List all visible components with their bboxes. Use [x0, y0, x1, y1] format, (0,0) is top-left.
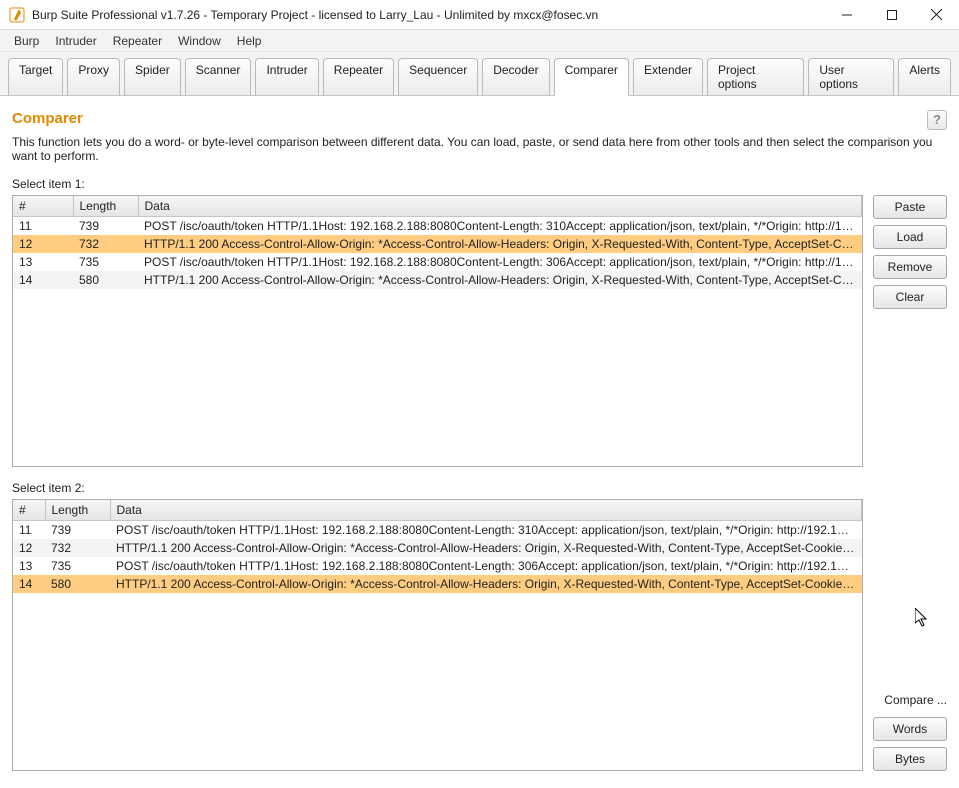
tab-sequencer[interactable]: Sequencer	[398, 58, 478, 96]
select-item-1-label: Select item 1:	[12, 177, 947, 191]
tab-spider[interactable]: Spider	[124, 58, 181, 96]
cell-length: 580	[73, 271, 138, 289]
cell-length: 580	[45, 575, 110, 593]
cell-data: HTTP/1.1 200 Access-Control-Allow-Origin…	[138, 235, 862, 253]
paste-button[interactable]: Paste	[873, 195, 947, 219]
cell-data: HTTP/1.1 200 Access-Control-Allow-Origin…	[110, 539, 862, 557]
clear-button[interactable]: Clear	[873, 285, 947, 309]
remove-button[interactable]: Remove	[873, 255, 947, 279]
tab-repeater[interactable]: Repeater	[323, 58, 394, 96]
col-header-length[interactable]: Length	[45, 500, 110, 521]
tab-intruder[interactable]: Intruder	[255, 58, 318, 96]
page-description: This function lets you do a word- or byt…	[12, 135, 947, 163]
cell-num: 13	[13, 253, 73, 271]
menu-intruder[interactable]: Intruder	[47, 32, 104, 50]
menu-bar: BurpIntruderRepeaterWindowHelp	[0, 30, 959, 52]
tab-target[interactable]: Target	[8, 58, 63, 96]
cell-length: 732	[73, 235, 138, 253]
tab-project-options[interactable]: Project options	[707, 58, 804, 96]
select-item-2-label: Select item 2:	[12, 481, 947, 495]
tab-decoder[interactable]: Decoder	[482, 58, 549, 96]
cell-num: 12	[13, 235, 73, 253]
close-button[interactable]	[914, 0, 959, 30]
col-header-data[interactable]: Data	[110, 500, 862, 521]
tab-extender[interactable]: Extender	[633, 58, 703, 96]
cell-length: 739	[45, 521, 110, 540]
cell-data: HTTP/1.1 200 Access-Control-Allow-Origin…	[110, 575, 862, 593]
col-header-num[interactable]: #	[13, 500, 45, 521]
table-row[interactable]: 12732HTTP/1.1 200 Access-Control-Allow-O…	[13, 539, 862, 557]
main-tabs: TargetProxySpiderScannerIntruderRepeater…	[0, 52, 959, 96]
cell-data: POST /isc/oauth/token HTTP/1.1Host: 192.…	[110, 557, 862, 575]
item1-table[interactable]: #LengthData11739POST /isc/oauth/token HT…	[12, 195, 863, 467]
tab-user-options[interactable]: User options	[808, 58, 894, 96]
words-button[interactable]: Words	[873, 717, 947, 741]
menu-help[interactable]: Help	[229, 32, 270, 50]
menu-burp[interactable]: Burp	[6, 32, 47, 50]
table-row[interactable]: 11739POST /isc/oauth/token HTTP/1.1Host:…	[13, 521, 862, 540]
cell-num: 11	[13, 217, 73, 236]
item2-table[interactable]: #LengthData11739POST /isc/oauth/token HT…	[12, 499, 863, 771]
cell-length: 732	[45, 539, 110, 557]
tab-proxy[interactable]: Proxy	[67, 58, 120, 96]
col-header-length[interactable]: Length	[73, 196, 138, 217]
title-bar[interactable]: Burp Suite Professional v1.7.26 - Tempor…	[0, 0, 959, 30]
page-title: Comparer	[12, 110, 83, 127]
cell-num: 14	[13, 271, 73, 289]
table-row[interactable]: 12732HTTP/1.1 200 Access-Control-Allow-O…	[13, 235, 862, 253]
cell-length: 735	[45, 557, 110, 575]
cell-data: HTTP/1.1 200 Access-Control-Allow-Origin…	[138, 271, 862, 289]
cell-num: 13	[13, 557, 45, 575]
col-header-num[interactable]: #	[13, 196, 73, 217]
help-button[interactable]: ?	[927, 110, 947, 130]
tab-comparer[interactable]: Comparer	[554, 58, 629, 96]
app-icon	[8, 6, 26, 24]
cell-data: POST /isc/oauth/token HTTP/1.1Host: 192.…	[138, 253, 862, 271]
load-button[interactable]: Load	[873, 225, 947, 249]
menu-window[interactable]: Window	[170, 32, 229, 50]
cell-data: POST /isc/oauth/token HTTP/1.1Host: 192.…	[110, 521, 862, 540]
cell-length: 735	[73, 253, 138, 271]
table-row[interactable]: 13735POST /isc/oauth/token HTTP/1.1Host:…	[13, 253, 862, 271]
col-header-data[interactable]: Data	[138, 196, 862, 217]
bytes-button[interactable]: Bytes	[873, 747, 947, 771]
compare-label: Compare ...	[873, 693, 947, 707]
cell-num: 12	[13, 539, 45, 557]
maximize-button[interactable]	[869, 0, 914, 30]
tab-scanner[interactable]: Scanner	[185, 58, 252, 96]
tab-alerts[interactable]: Alerts	[898, 58, 951, 96]
menu-repeater[interactable]: Repeater	[105, 32, 170, 50]
table-row[interactable]: 14580HTTP/1.1 200 Access-Control-Allow-O…	[13, 575, 862, 593]
table-row[interactable]: 14580HTTP/1.1 200 Access-Control-Allow-O…	[13, 271, 862, 289]
cell-num: 11	[13, 521, 45, 540]
table-row[interactable]: 13735POST /isc/oauth/token HTTP/1.1Host:…	[13, 557, 862, 575]
table-row[interactable]: 11739POST /isc/oauth/token HTTP/1.1Host:…	[13, 217, 862, 236]
minimize-button[interactable]	[824, 0, 869, 30]
cell-num: 14	[13, 575, 45, 593]
cell-data: POST /isc/oauth/token HTTP/1.1Host: 192.…	[138, 217, 862, 236]
window-title: Burp Suite Professional v1.7.26 - Tempor…	[32, 8, 824, 22]
cell-length: 739	[73, 217, 138, 236]
